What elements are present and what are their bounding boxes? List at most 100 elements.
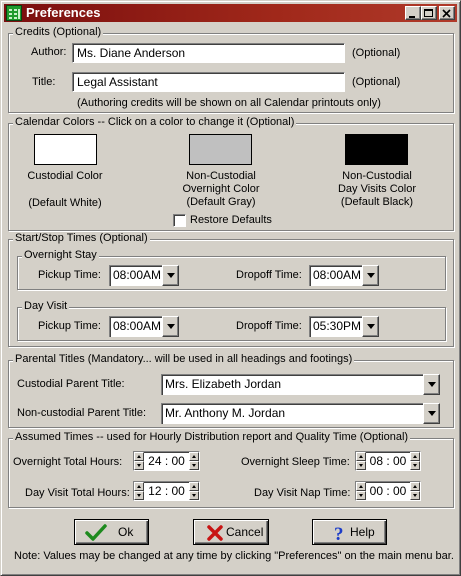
close-button[interactable] [439, 6, 455, 20]
overnight-sleep-value[interactable]: 08 : 00 [366, 451, 410, 471]
start-stop-times-group: Start/Stop Times (Optional) Overnight St… [8, 232, 454, 347]
start-stop-legend: Start/Stop Times (Optional) [13, 232, 150, 244]
day-visit-color-swatch[interactable] [345, 134, 408, 165]
title-bar[interactable]: Preferences [4, 4, 457, 22]
author-label: Author: [31, 46, 67, 58]
parental-titles-legend: Parental Titles (Mandatory... will be us… [13, 353, 355, 365]
noncustodial-title-label: Non-custodial Parent Title: [17, 407, 147, 419]
custodial-title-combo[interactable]: Mrs. Elizabeth Jordan [161, 374, 440, 395]
author-optional-label: (Optional) [352, 47, 401, 59]
maximize-icon [424, 9, 433, 17]
title-field[interactable]: Legal Assistant [72, 72, 345, 92]
cancel-button-label: Cancel [226, 525, 264, 539]
spin-up-icon[interactable] [134, 482, 144, 491]
spin-up-icon[interactable] [189, 482, 199, 491]
day-visit-pickup-value[interactable]: 08:00AM [109, 316, 163, 337]
spin-up-icon[interactable] [410, 452, 420, 461]
custodial-title-value[interactable]: Mrs. Elizabeth Jordan [161, 374, 424, 395]
overnight-sleep-label: Overnight Sleep Time: [241, 456, 350, 468]
spin-down-icon[interactable] [189, 491, 199, 500]
parental-titles-group: Parental Titles (Mandatory... will be us… [8, 353, 454, 428]
overnight-dropoff-value[interactable]: 08:00AM [309, 265, 363, 286]
spin-up-icon[interactable] [356, 452, 366, 461]
checkmark-icon [85, 524, 107, 541]
overnight-color-swatch[interactable] [189, 134, 252, 165]
app-calendar-icon [6, 5, 22, 21]
cancel-button[interactable]: Cancel [193, 519, 269, 545]
day-visit-pickup-label: Pickup Time: [38, 320, 101, 332]
overnight-pickup-value[interactable]: 08:00AM [109, 265, 163, 286]
spin-down-icon[interactable] [134, 461, 144, 470]
custodial-color-swatch[interactable] [34, 134, 97, 165]
custodial-color-label: Custodial Color [27, 170, 103, 182]
day-visit-dropoff-combo[interactable]: 05:30PM [309, 316, 379, 337]
spin-down-icon[interactable] [134, 491, 144, 500]
spin-down-icon[interactable] [410, 491, 420, 500]
minimize-button[interactable] [405, 6, 421, 20]
cancel-x-icon [207, 525, 223, 541]
restore-defaults-label[interactable]: Restore Defaults [190, 214, 272, 226]
overnight-sleep-spinner[interactable]: 08 : 00 [355, 451, 421, 471]
ok-button[interactable]: Ok [74, 519, 149, 545]
day-visit-dropoff-value[interactable]: 05:30PM [309, 316, 363, 337]
day-visit-total-label: Day Visit Total Hours: [25, 487, 130, 499]
help-button-label: Help [350, 525, 375, 539]
footer-note: Note: Values may be changed at any time … [14, 550, 454, 562]
day-visit-total-spinner[interactable]: 12 : 00 [133, 481, 200, 501]
custodial-title-label: Custodial Parent Title: [17, 378, 125, 390]
overnight-pickup-label: Pickup Time: [38, 269, 101, 281]
spin-down-icon[interactable] [189, 461, 199, 470]
spin-up-icon[interactable] [189, 452, 199, 461]
svg-text:?: ? [334, 524, 344, 542]
day-visit-total-value[interactable]: 12 : 00 [144, 481, 189, 501]
spin-down-icon[interactable] [356, 491, 366, 500]
custodial-default-label: (Default White) [28, 197, 102, 209]
assumed-times-group: Assumed Times -- used for Hourly Distrib… [8, 431, 454, 508]
window-title: Preferences [26, 5, 101, 20]
noncustodial-title-combo[interactable]: Mr. Anthony M. Jordan [161, 403, 440, 424]
overnight-color-label-2: Overnight Color [182, 183, 260, 195]
spin-up-icon[interactable] [134, 452, 144, 461]
chevron-down-icon[interactable] [423, 403, 440, 424]
ok-button-label: Ok [118, 525, 134, 539]
overnight-color-label-1: Non-Custodial [186, 170, 256, 182]
assumed-times-legend: Assumed Times -- used for Hourly Distrib… [13, 431, 411, 443]
day-visit-nap-value[interactable]: 00 : 00 [366, 481, 410, 501]
spin-up-icon[interactable] [356, 482, 366, 491]
chevron-down-icon[interactable] [362, 316, 379, 337]
day-visit-default-label: (Default Black) [340, 196, 414, 208]
credits-note: (Authoring credits will be shown on all … [77, 97, 381, 109]
help-button[interactable]: ? Help [312, 519, 387, 545]
chevron-down-icon[interactable] [423, 374, 440, 395]
overnight-dropoff-label: Dropoff Time: [236, 269, 302, 281]
overnight-total-spinner[interactable]: 24 : 00 [133, 451, 200, 471]
overnight-stay-legend: Overnight Stay [22, 249, 99, 261]
maximize-button[interactable] [421, 6, 437, 20]
overnight-default-label: (Default Gray) [186, 196, 256, 208]
calendar-colors-group: Calendar Colors -- Click on a color to c… [8, 116, 454, 231]
spin-down-icon[interactable] [356, 461, 366, 470]
spin-up-icon[interactable] [410, 482, 420, 491]
overnight-pickup-combo[interactable]: 08:00AM [109, 265, 179, 286]
overnight-dropoff-combo[interactable]: 08:00AM [309, 265, 379, 286]
day-visit-pickup-combo[interactable]: 08:00AM [109, 316, 179, 337]
restore-defaults-checkbox[interactable] [173, 214, 186, 227]
title-label: Title: [32, 76, 56, 88]
credits-group: Credits (Optional) Author: Ms. Diane And… [8, 26, 454, 113]
day-visit-color-label-2: Day Visits Color [337, 183, 417, 195]
author-field[interactable]: Ms. Diane Anderson [72, 43, 345, 63]
overnight-total-value[interactable]: 24 : 00 [144, 451, 189, 471]
spin-down-icon[interactable] [410, 461, 420, 470]
noncustodial-title-value[interactable]: Mr. Anthony M. Jordan [161, 403, 424, 424]
day-visit-nap-spinner[interactable]: 00 : 00 [355, 481, 421, 501]
chevron-down-icon[interactable] [362, 265, 379, 286]
chevron-down-icon[interactable] [162, 265, 179, 286]
chevron-down-icon[interactable] [162, 316, 179, 337]
close-icon [442, 9, 451, 18]
day-visit-nap-label: Day Visit Nap Time: [254, 487, 351, 499]
day-visit-dropoff-label: Dropoff Time: [236, 320, 302, 332]
credits-legend: Credits (Optional) [13, 26, 104, 38]
overnight-total-label: Overnight Total Hours: [13, 456, 123, 468]
day-visit-legend: Day Visit [22, 300, 70, 312]
overnight-stay-group: Overnight Stay Pickup Time: 08:00AM Drop… [17, 249, 446, 290]
